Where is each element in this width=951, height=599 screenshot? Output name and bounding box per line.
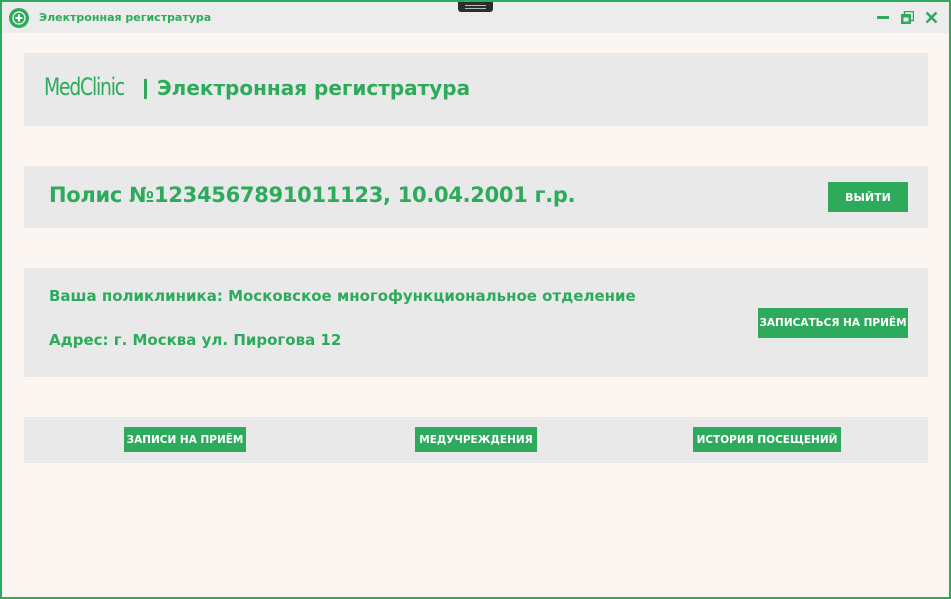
policy-info: Полис №1234567891011123, 10.04.2001 г.р. [49, 183, 576, 207]
window-drag-handle[interactable] [458, 2, 493, 12]
brand-logo: MedClinic [44, 73, 125, 101]
clinic-panel: Ваша поликлиника: Московское многофункци… [24, 268, 928, 377]
book-appointment-button[interactable]: ЗАПИСАТЬСЯ НА ПРИЁМ [758, 308, 908, 338]
app-window: Электронная регистратура MedClinic Элект… [0, 0, 951, 599]
restore-icon[interactable] [899, 9, 915, 25]
close-icon[interactable] [923, 9, 939, 25]
window-title: Электронная регистратура [39, 11, 212, 24]
nav-panel: ЗАПИСИ НА ПРИЁМ МЕДУЧРЕЖДЕНИЯ ИСТОРИЯ ПО… [24, 417, 928, 463]
clinic-address: Адрес: г. Москва ул. Пирогова 12 [49, 331, 342, 349]
title-bar[interactable]: Электронная регистратура [2, 2, 949, 33]
app-logo-icon [9, 8, 29, 28]
minimize-icon[interactable] [875, 9, 891, 25]
appointments-button[interactable]: ЗАПИСИ НА ПРИЁМ [124, 427, 246, 452]
institutions-button[interactable]: МЕДУЧРЕЖДЕНИЯ [415, 427, 537, 452]
page-title: Электронная регистратура [157, 76, 471, 100]
policy-panel: Полис №1234567891011123, 10.04.2001 г.р.… [24, 166, 928, 228]
header-panel: MedClinic Электронная регистратура [24, 53, 928, 126]
visit-history-button[interactable]: ИСТОРИЯ ПОСЕЩЕНИЙ [693, 427, 841, 452]
header-divider [144, 79, 147, 99]
clinic-name: Ваша поликлиника: Московское многофункци… [49, 287, 636, 305]
logout-button[interactable]: ВЫЙТИ [828, 182, 908, 212]
